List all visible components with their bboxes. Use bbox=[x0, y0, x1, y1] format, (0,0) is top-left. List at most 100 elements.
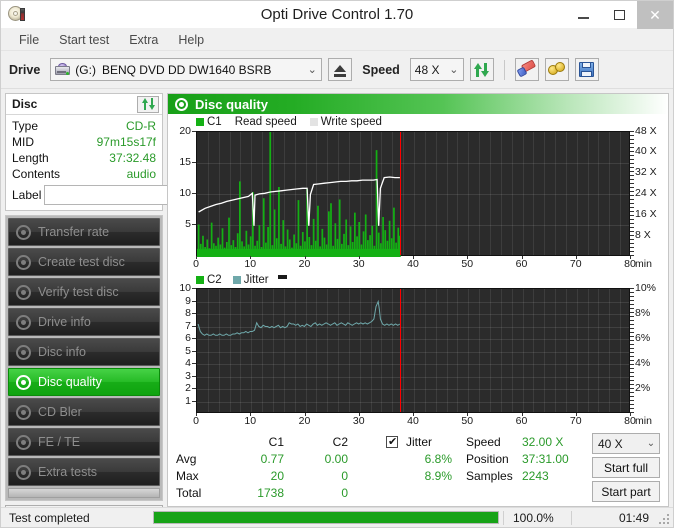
disc-refresh-button[interactable] bbox=[137, 96, 159, 113]
status-bar: Test completed 100.0% 01:49 bbox=[1, 507, 673, 527]
sidebar-item-disc-info[interactable]: Disc info bbox=[8, 338, 160, 366]
maximize-button[interactable] bbox=[601, 1, 637, 29]
sidebar-item-label: Transfer rate bbox=[38, 225, 109, 239]
menu-item-file[interactable]: File bbox=[11, 31, 47, 49]
minimize-button[interactable] bbox=[565, 1, 601, 29]
y-tick-left: 15 bbox=[179, 156, 191, 168]
app-window: Opti Drive Control 1.70 ✕ File Start tes… bbox=[0, 0, 674, 528]
c1-read-speed-chart[interactable]: 51015208 X16 X24 X32 X40 X48 X0102030405… bbox=[170, 129, 666, 272]
status-message: Test completed bbox=[5, 511, 153, 525]
resize-grip[interactable] bbox=[655, 512, 669, 524]
disc-row-mid: MID 97m15s17f bbox=[12, 134, 156, 150]
tick-mark bbox=[522, 256, 523, 259]
info-row-position: Position 37:31.00 bbox=[466, 450, 592, 467]
test-speed-select[interactable]: 40 X ⌄ bbox=[592, 433, 660, 454]
series-layer bbox=[197, 289, 631, 414]
sidebar-item-label: Extra tests bbox=[38, 465, 97, 479]
right-ruler bbox=[630, 131, 634, 256]
refresh-button[interactable] bbox=[470, 58, 494, 81]
legend-c2: C2 bbox=[196, 274, 222, 286]
x-tick: 20 bbox=[299, 258, 311, 270]
test-info: Speed 32.00 X Position 37:31.00 Samples … bbox=[466, 433, 592, 502]
close-button[interactable]: ✕ bbox=[637, 1, 673, 29]
optical-drive-icon bbox=[55, 63, 71, 77]
x-tick: 30 bbox=[353, 258, 365, 270]
legend-label-write-speed: Write speed bbox=[321, 116, 382, 128]
refresh-icon bbox=[474, 63, 489, 77]
tick-mark bbox=[192, 338, 196, 339]
stats-avg-jitter: 6.8% bbox=[400, 452, 452, 466]
sidebar-item-create-test-disc[interactable]: Create test disc bbox=[8, 248, 160, 276]
tick-mark bbox=[192, 288, 196, 289]
stats-header-c1: C1 bbox=[220, 435, 284, 449]
sidebar-item-fe-te[interactable]: FE / TE bbox=[8, 428, 160, 456]
tick-mark bbox=[576, 256, 577, 259]
info-value-speed: 32.00 X bbox=[522, 435, 592, 449]
sidebar-item-label: Create test disc bbox=[38, 255, 125, 269]
disc-panel-title: Disc bbox=[12, 97, 37, 111]
test-controls: 40 X ⌄ Start full Start part bbox=[592, 433, 660, 502]
x-tick: 40 bbox=[407, 415, 419, 427]
save-button[interactable] bbox=[575, 58, 599, 81]
legend-swatch-c2 bbox=[196, 276, 204, 284]
disc-value-mid: 97m15s17f bbox=[97, 135, 156, 149]
stats-label-avg: Avg bbox=[176, 452, 220, 466]
legend-swatch-write-speed bbox=[310, 118, 318, 126]
menu-item-help[interactable]: Help bbox=[170, 31, 212, 49]
start-full-button[interactable]: Start full bbox=[592, 457, 660, 478]
erase-button[interactable] bbox=[515, 58, 539, 81]
plot-area[interactable] bbox=[196, 288, 630, 413]
disc-icon bbox=[16, 435, 31, 450]
stats-row-avg: Avg 0.77 0.00 6.8% bbox=[176, 450, 452, 467]
tick-mark bbox=[250, 413, 251, 416]
legend-write-speed: Write speed bbox=[310, 116, 382, 128]
tick-mark bbox=[630, 413, 631, 416]
legend-marker bbox=[278, 275, 287, 279]
sidebar-item-verify-test-disc[interactable]: Verify test disc bbox=[8, 278, 160, 306]
tick-mark bbox=[467, 413, 468, 416]
start-part-button[interactable]: Start part bbox=[592, 481, 660, 502]
x-tick: 0 bbox=[193, 258, 199, 270]
progress-percent-text: 100.0% bbox=[503, 511, 571, 525]
x-tick: 30 bbox=[353, 415, 365, 427]
floppy-save-icon bbox=[579, 62, 594, 77]
eject-button[interactable] bbox=[328, 58, 352, 81]
check-icon: ✔ bbox=[388, 436, 397, 448]
stats-avg-c1: 0.77 bbox=[220, 452, 284, 466]
sidebar-item-transfer-rate[interactable]: Transfer rate bbox=[8, 218, 160, 246]
tick-mark bbox=[467, 256, 468, 259]
c2-jitter-chart[interactable]: 123456789102%4%6%8%10%01020304050607080m… bbox=[170, 286, 666, 429]
charts-area: C1 Read speed Write speed 51015208 X16 X… bbox=[168, 114, 668, 429]
plot-area[interactable] bbox=[196, 131, 630, 256]
sidebar-item-drive-info[interactable]: Drive info bbox=[8, 308, 160, 336]
tick-mark bbox=[630, 256, 631, 259]
sidebar-item-cd-bler[interactable]: CD Bler bbox=[8, 398, 160, 426]
jitter-checkbox[interactable]: ✔ bbox=[384, 436, 400, 448]
tick-mark bbox=[576, 413, 577, 416]
content-title: Disc quality bbox=[195, 97, 268, 112]
y-tick-left: 4 bbox=[185, 357, 191, 369]
bitsetting-button[interactable] bbox=[545, 58, 569, 81]
chart2-legend: C2 Jitter bbox=[170, 274, 666, 287]
menu-item-start-test[interactable]: Start test bbox=[51, 31, 117, 49]
sidebar-item-label: Disc quality bbox=[38, 375, 102, 389]
info-row-speed: Speed 32.00 X bbox=[466, 433, 592, 450]
legend-c1: C1 bbox=[196, 116, 222, 128]
menu-item-extra[interactable]: Extra bbox=[121, 31, 166, 49]
speed-select[interactable]: 48 X ⌄ bbox=[410, 58, 464, 81]
chevron-down-icon: ⌄ bbox=[643, 438, 659, 449]
y-tick-left: 9 bbox=[185, 295, 191, 307]
statistics-panel: C1 C2 ✔ Jitter Avg 0.77 0.00 6.8% bbox=[168, 429, 668, 506]
drive-name: BENQ DVD DD DW1640 BSRB bbox=[102, 63, 271, 77]
y-tick-left: 10 bbox=[179, 187, 191, 199]
tick-mark bbox=[196, 413, 197, 416]
y-tick-left: 6 bbox=[185, 332, 191, 344]
disc-row-contents: Contents audio bbox=[12, 166, 156, 182]
cursor-line bbox=[400, 132, 401, 255]
stats-max-c2: 0 bbox=[284, 469, 348, 483]
sidebar-item-extra-tests[interactable]: Extra tests bbox=[8, 458, 160, 486]
drive-select[interactable]: (G:) BENQ DVD DD DW1640 BSRB ⌄ bbox=[50, 58, 322, 81]
y-tick-right: 4% bbox=[635, 357, 650, 369]
tick-mark bbox=[522, 413, 523, 416]
sidebar-item-disc-quality[interactable]: Disc quality bbox=[8, 368, 160, 396]
